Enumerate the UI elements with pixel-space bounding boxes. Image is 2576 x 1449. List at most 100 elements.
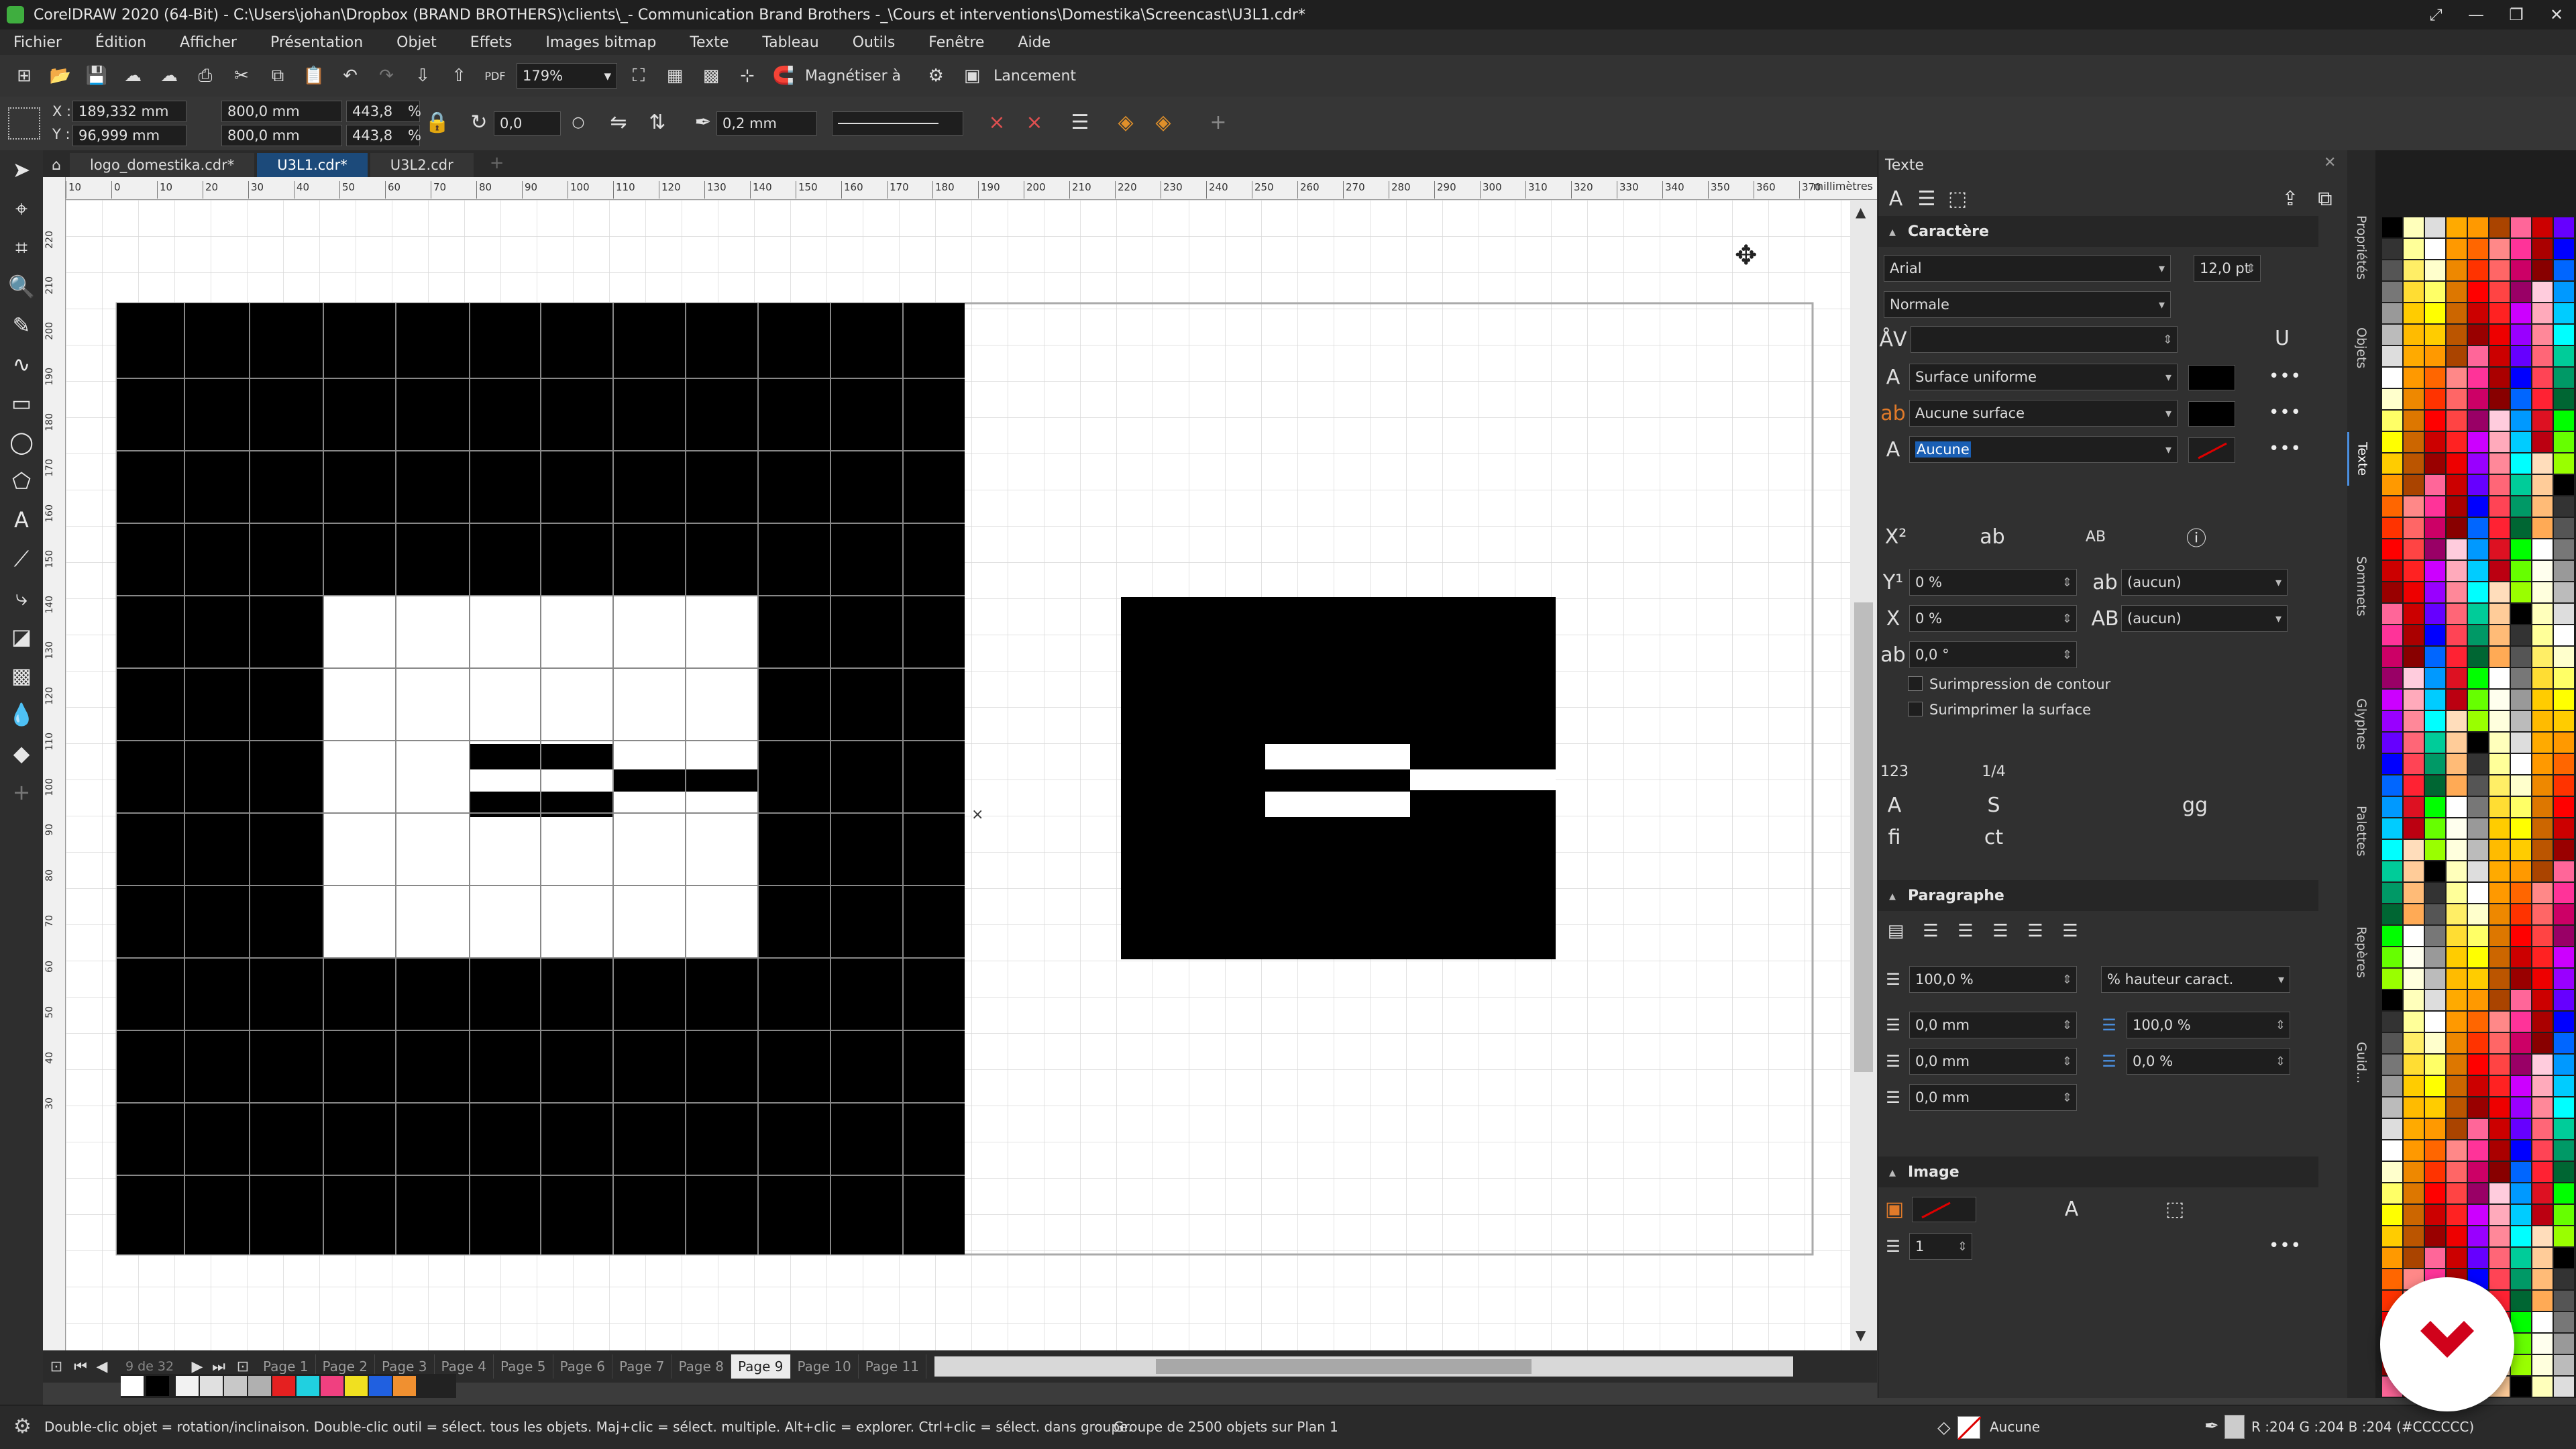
interactive-fill-icon[interactable]: ◆ xyxy=(0,734,43,773)
snap-icon[interactable]: 🧲 xyxy=(769,61,798,91)
palette-swatch[interactable] xyxy=(2382,947,2402,967)
palette-swatch[interactable] xyxy=(2404,303,2424,323)
spacing-unit-dropdown[interactable]: % hauteur caract. xyxy=(2101,966,2290,993)
palette-swatch[interactable] xyxy=(2532,969,2553,989)
palette-swatch[interactable] xyxy=(2404,475,2424,495)
y-position-field[interactable]: 96,999 mm xyxy=(72,125,186,146)
palette-swatch[interactable] xyxy=(2532,1033,2553,1053)
palette-swatch[interactable] xyxy=(2425,582,2445,602)
palette-swatch[interactable] xyxy=(2511,733,2531,753)
palette-swatch[interactable] xyxy=(2382,926,2402,946)
palette-swatch[interactable] xyxy=(2532,690,2553,710)
palette-swatch[interactable] xyxy=(2532,239,2553,259)
palette-swatch[interactable] xyxy=(2532,625,2553,645)
palette-swatch[interactable] xyxy=(2532,861,2553,881)
bg-more-button[interactable]: ••• xyxy=(2269,402,2302,423)
palette-swatch[interactable] xyxy=(2447,368,2467,388)
show-rulers-icon[interactable]: ▦ xyxy=(660,61,690,91)
swatch-gray1[interactable] xyxy=(200,1376,223,1396)
menu-window[interactable]: Fenêtre xyxy=(928,34,984,51)
overprint-outline-checkbox[interactable] xyxy=(1908,676,1923,691)
tab-objects[interactable]: Objets xyxy=(2347,318,2375,378)
vertical-ruler[interactable]: 220 210 200 190 180 170 160 150 140 130 120 110 100 9… xyxy=(43,177,66,1351)
palette-swatch[interactable] xyxy=(2554,389,2574,409)
palette-swatch[interactable] xyxy=(2447,475,2467,495)
palette-swatch[interactable] xyxy=(2532,711,2553,731)
palette-swatch[interactable] xyxy=(2532,453,2553,474)
palette-swatch[interactable] xyxy=(2382,561,2402,581)
palette-swatch[interactable] xyxy=(2425,754,2445,774)
swatch-none[interactable] xyxy=(121,1376,144,1396)
palette-swatch[interactable] xyxy=(2554,1269,2574,1289)
palette-swatch[interactable] xyxy=(2447,303,2467,323)
fractions-icon[interactable]: 1/4 xyxy=(1979,757,2008,786)
palette-swatch[interactable] xyxy=(2447,775,2467,796)
wrap-text-icon[interactable]: ☰ xyxy=(1065,107,1095,137)
palette-swatch[interactable] xyxy=(2382,818,2402,839)
palette-swatch[interactable] xyxy=(2468,668,2488,688)
palette-swatch[interactable] xyxy=(2468,389,2488,409)
print-icon[interactable]: ⎙ xyxy=(191,61,220,91)
palette-swatch[interactable] xyxy=(2425,1097,2445,1118)
horizontal-scrollbar[interactable] xyxy=(934,1356,1793,1377)
palette-swatch[interactable] xyxy=(2425,303,2445,323)
palette-swatch[interactable] xyxy=(2425,690,2445,710)
palette-swatch[interactable] xyxy=(2532,1226,2553,1246)
palette-swatch[interactable] xyxy=(2554,861,2574,881)
menu-edit[interactable]: Édition xyxy=(95,34,146,51)
palette-swatch[interactable] xyxy=(2532,282,2553,302)
docker-float-icon[interactable]: ⧉ xyxy=(2310,184,2340,213)
palette-swatch[interactable] xyxy=(2447,1205,2467,1225)
menu-text[interactable]: Texte xyxy=(690,34,729,51)
palette-swatch[interactable] xyxy=(2404,625,2424,645)
menu-table[interactable]: Tableau xyxy=(762,34,818,51)
palette-swatch[interactable] xyxy=(2489,1097,2510,1118)
palette-swatch[interactable] xyxy=(2382,346,2402,366)
outline-color-swatch[interactable] xyxy=(2188,437,2235,463)
palette-swatch[interactable] xyxy=(2468,754,2488,774)
outline-swatch[interactable] xyxy=(1957,1415,1982,1441)
show-grid-icon[interactable]: ▩ xyxy=(696,61,726,91)
palette-swatch[interactable] xyxy=(2447,1162,2467,1182)
palette-swatch[interactable] xyxy=(2468,1097,2488,1118)
palette-swatch[interactable] xyxy=(2447,883,2467,903)
palette-swatch[interactable] xyxy=(2511,861,2531,881)
palette-swatch[interactable] xyxy=(2468,690,2488,710)
palette-swatch[interactable] xyxy=(2468,775,2488,796)
palette-swatch[interactable] xyxy=(2404,733,2424,753)
palette-swatch[interactable] xyxy=(2554,604,2574,624)
palette-swatch[interactable] xyxy=(2511,1183,2531,1203)
palette-swatch[interactable] xyxy=(2489,690,2510,710)
palette-swatch[interactable] xyxy=(2404,775,2424,796)
palette-swatch[interactable] xyxy=(2382,1205,2402,1225)
palette-swatch[interactable] xyxy=(2425,1183,2445,1203)
palette-swatch[interactable] xyxy=(2554,453,2574,474)
palette-swatch[interactable] xyxy=(2404,1012,2424,1032)
palette-swatch[interactable] xyxy=(2532,1377,2553,1397)
add-icon[interactable]: + xyxy=(1203,107,1233,137)
import-icon[interactable]: ⇩ xyxy=(408,61,437,91)
palette-swatch[interactable] xyxy=(2447,561,2467,581)
first-page-icon[interactable]: ⏮ xyxy=(70,1358,91,1375)
palette-swatch[interactable] xyxy=(2404,1248,2424,1268)
tab-vertices[interactable]: Sommets xyxy=(2347,546,2375,627)
tab-logo-domestika[interactable]: logo_domestika.cdr* xyxy=(70,153,255,177)
palette-swatch[interactable] xyxy=(2382,797,2402,817)
menu-bitmaps[interactable]: Images bitmap xyxy=(545,34,656,51)
palette-swatch[interactable] xyxy=(2468,582,2488,602)
tab-u3l1[interactable]: U3L1.cdr* xyxy=(257,153,368,177)
transparency-tool-icon[interactable]: ▩ xyxy=(0,656,43,695)
palette-swatch[interactable] xyxy=(2532,818,2553,839)
cut-icon[interactable]: ✂ xyxy=(227,61,256,91)
break-apart-icon[interactable]: ⨯ xyxy=(982,107,1012,137)
lock-ratio-icon[interactable]: 🔒 xyxy=(423,107,452,137)
palette-swatch[interactable] xyxy=(2554,754,2574,774)
palette-swatch[interactable] xyxy=(2511,818,2531,839)
tab-glyphs[interactable]: Glyphes xyxy=(2347,687,2375,761)
scroll-down-icon[interactable]: ▼ xyxy=(1856,1327,1866,1343)
connector-tool-icon[interactable]: ⤷ xyxy=(0,578,43,617)
palette-swatch[interactable] xyxy=(2468,453,2488,474)
to-back-icon[interactable]: ◈ xyxy=(1148,107,1178,137)
palette-swatch[interactable] xyxy=(2511,432,2531,452)
cloud-upload-icon[interactable]: ☁ xyxy=(118,61,148,91)
